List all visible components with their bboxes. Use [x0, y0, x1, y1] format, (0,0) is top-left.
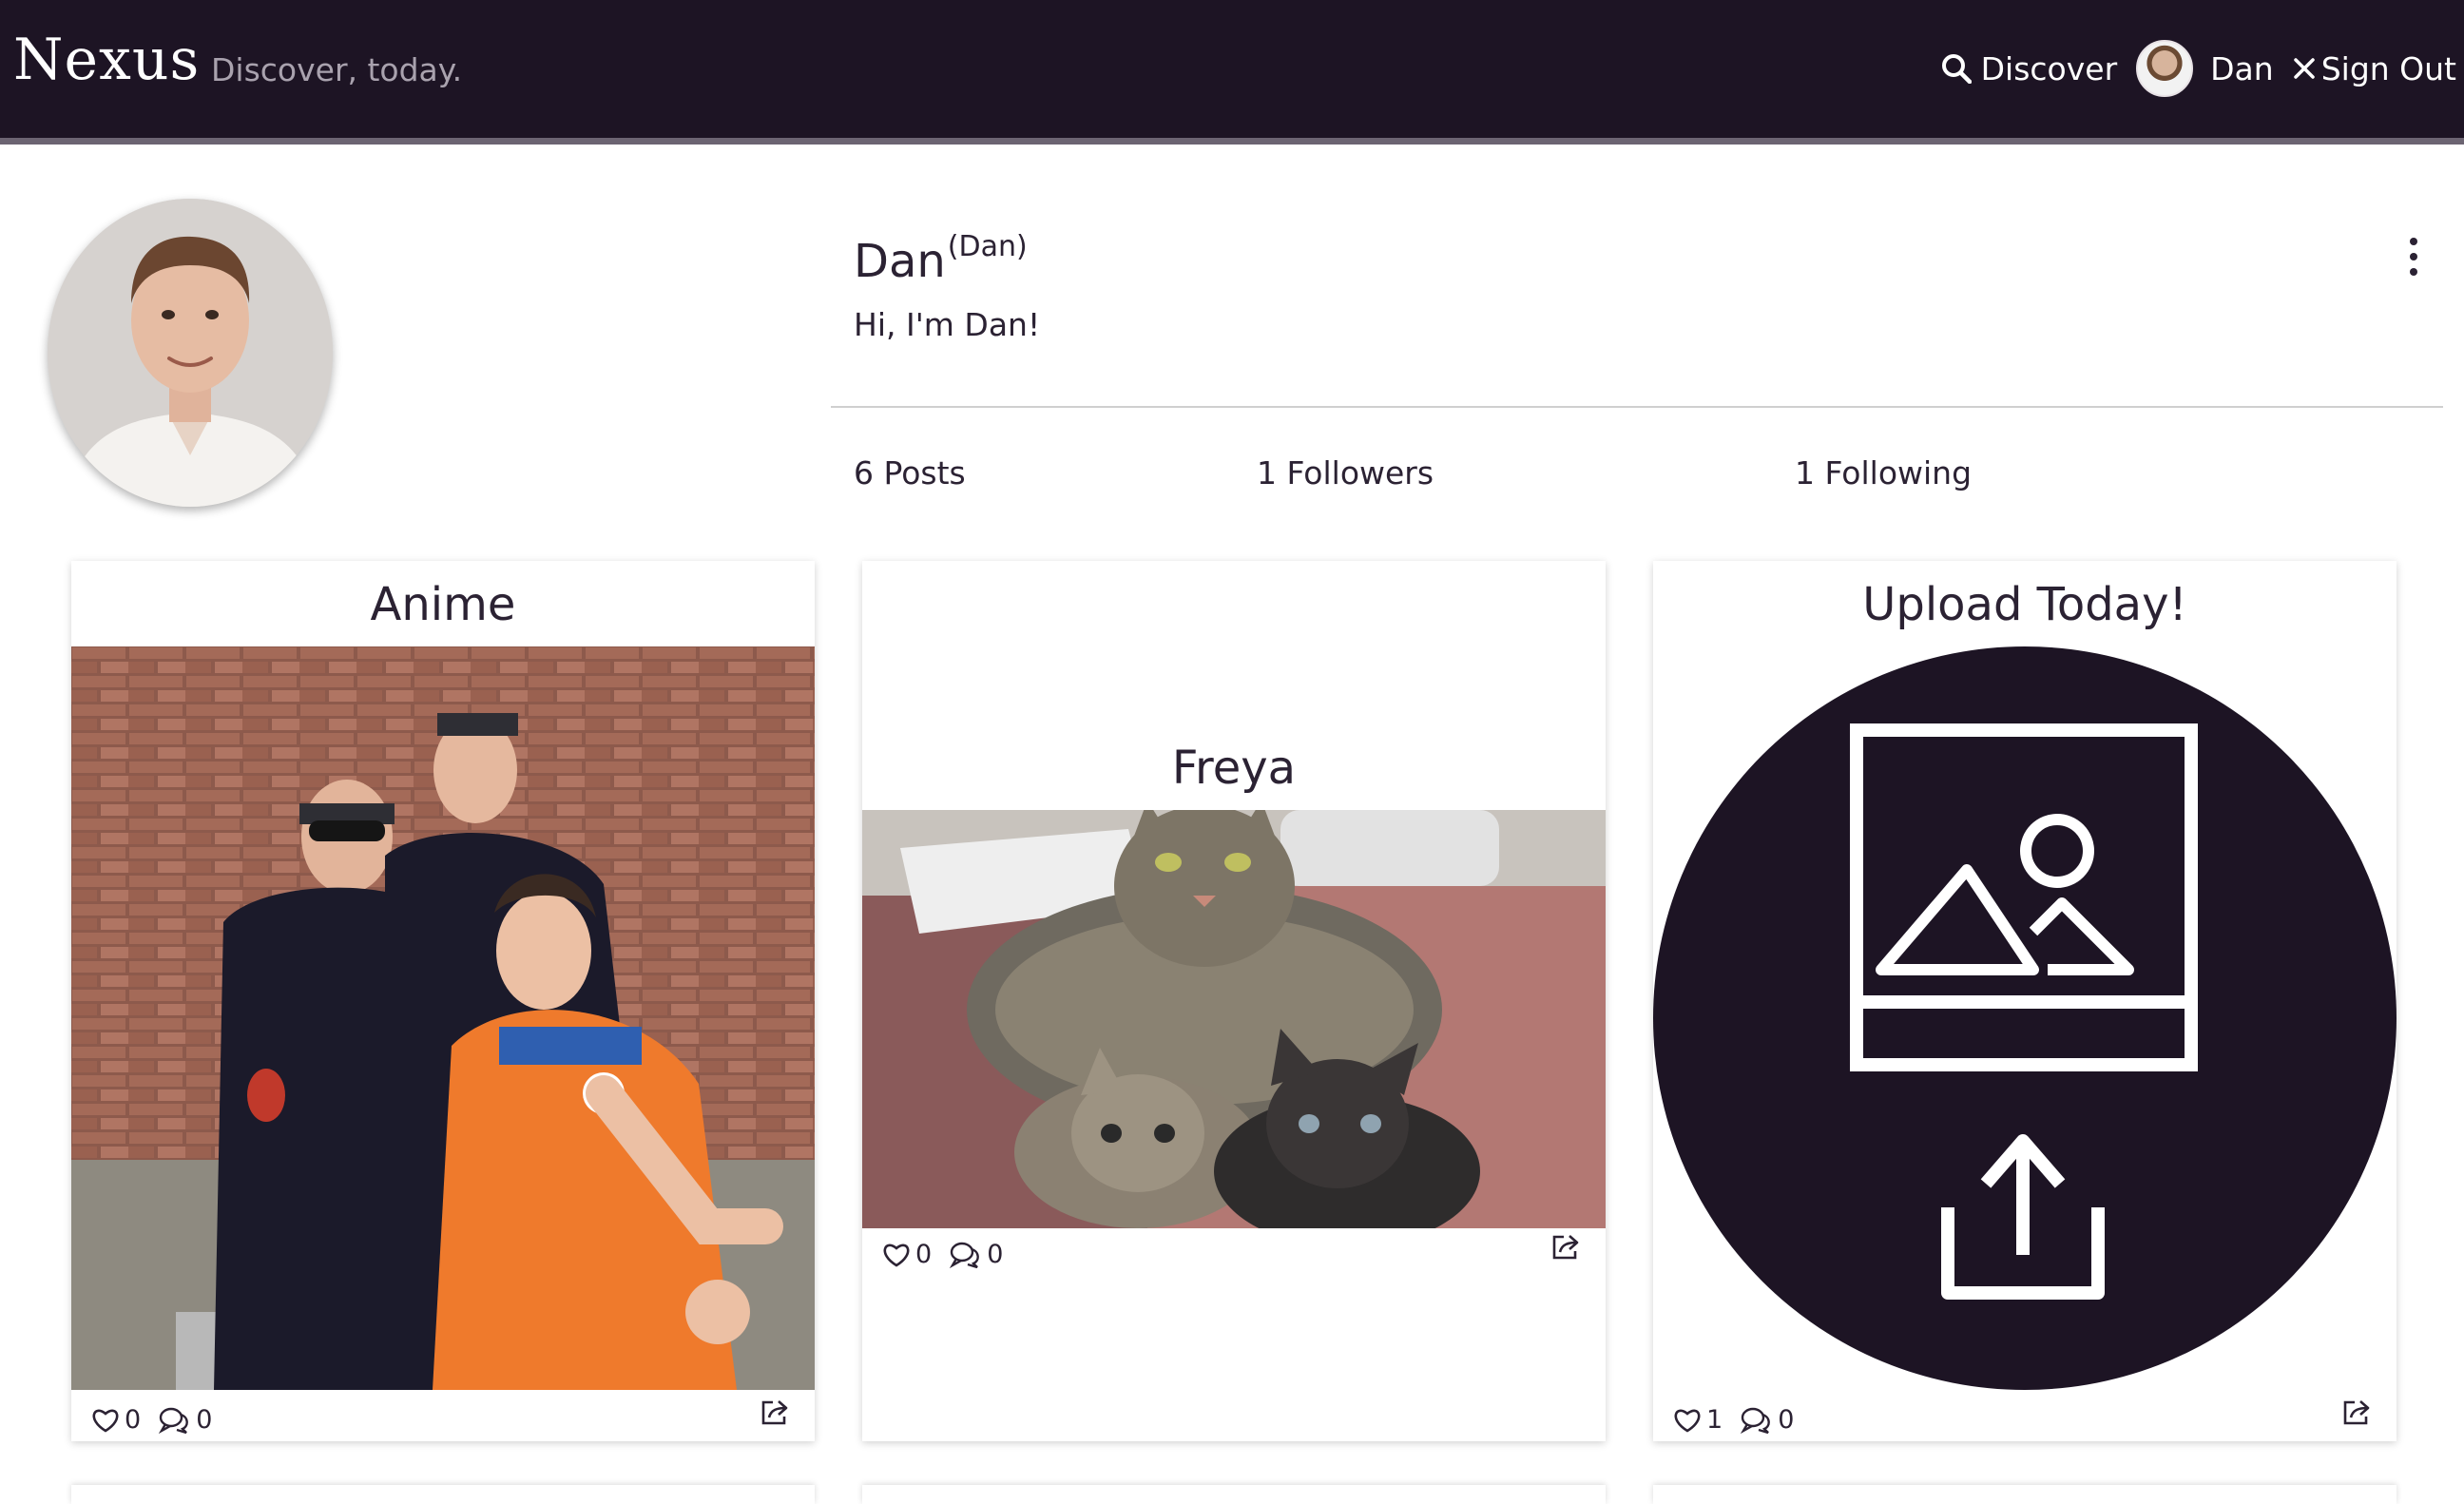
- like-count: 1: [1706, 1405, 1723, 1435]
- profile-avatar: [48, 199, 333, 507]
- post-card[interactable]: Freya 0 0: [862, 561, 1606, 1441]
- user-name-label: Dan: [2210, 49, 2274, 87]
- post-actions: 1 0: [1674, 1405, 1811, 1435]
- profile-username: (Dan): [947, 230, 1028, 263]
- comment-count: 0: [987, 1240, 1004, 1269]
- post-card-partial[interactable]: [71, 1485, 815, 1504]
- discover-link[interactable]: Discover: [1941, 49, 2118, 87]
- post-title: Freya: [1171, 742, 1297, 795]
- comment-icon[interactable]: [1740, 1407, 1772, 1434]
- nav-actions: Discover Dan Sign Out: [1941, 38, 2456, 99]
- sign-out-link[interactable]: Sign Out: [2293, 50, 2456, 87]
- comment-count: 0: [1778, 1405, 1795, 1435]
- user-avatar[interactable]: [2136, 40, 2194, 97]
- close-icon: [2293, 58, 2315, 79]
- post-card-partial[interactable]: [1653, 1485, 2397, 1504]
- post-card[interactable]: Upload Today! 1 0: [1653, 561, 2397, 1441]
- like-heart-icon[interactable]: [883, 1243, 910, 1267]
- post-actions: 0 0: [883, 1240, 1020, 1269]
- post-card[interactable]: Anime 0 0: [71, 561, 815, 1441]
- brand-logo[interactable]: Nexus: [13, 27, 200, 93]
- discover-label: Discover: [1980, 49, 2118, 87]
- post-image[interactable]: [862, 810, 1606, 1228]
- post-image[interactable]: [71, 646, 815, 1390]
- user-profile-link[interactable]: Dan: [2210, 50, 2274, 87]
- share-icon[interactable]: [1550, 1232, 1581, 1264]
- like-heart-icon[interactable]: [92, 1408, 119, 1433]
- sign-out-label: Sign Out: [2320, 49, 2456, 87]
- top-navbar: Nexus Discover, today. Discover Dan Sign…: [0, 0, 2464, 145]
- like-count: 0: [125, 1405, 142, 1435]
- search-icon: [1941, 54, 1972, 84]
- following-count[interactable]: 1 Following: [1795, 454, 1972, 492]
- profile-divider: [831, 406, 2443, 408]
- post-title: Upload Today!: [1862, 578, 2187, 631]
- profile-display-name: Dan: [854, 235, 946, 288]
- like-count: 0: [915, 1240, 933, 1269]
- upload-placeholder-image[interactable]: [1653, 646, 2397, 1390]
- post-card-partial[interactable]: [862, 1485, 1606, 1504]
- post-title: Anime: [370, 578, 516, 631]
- followers-count[interactable]: 1 Followers: [1257, 454, 1434, 492]
- comment-icon[interactable]: [949, 1242, 981, 1268]
- profile-name: Dan(Dan): [854, 230, 1028, 288]
- brand-tagline: Discover, today.: [211, 51, 463, 88]
- comment-count: 0: [196, 1405, 213, 1435]
- more-options-icon[interactable]: [2401, 238, 2426, 276]
- comment-icon[interactable]: [158, 1407, 190, 1434]
- share-icon[interactable]: [760, 1398, 790, 1430]
- profile-bio: Hi, I'm Dan!: [854, 306, 1041, 343]
- posts-count[interactable]: 6 Posts: [854, 454, 966, 492]
- like-heart-icon[interactable]: [1674, 1408, 1701, 1433]
- share-icon[interactable]: [2341, 1398, 2372, 1430]
- post-actions: 0 0: [92, 1405, 229, 1435]
